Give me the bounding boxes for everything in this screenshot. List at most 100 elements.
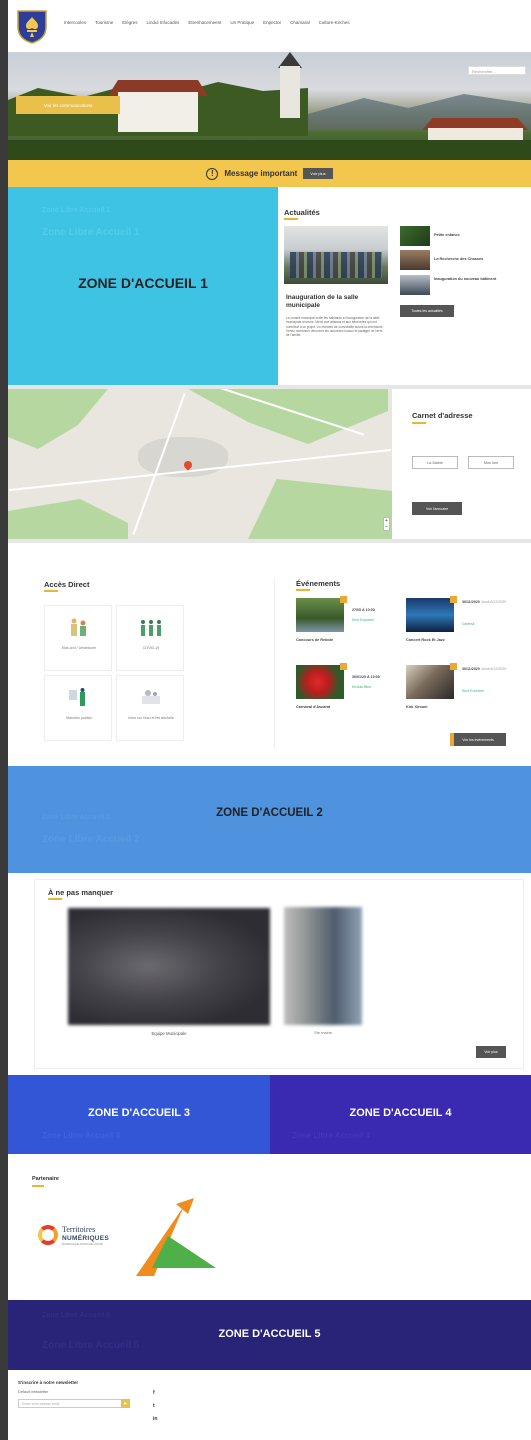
event-card[interactable]: 30/11/2020 Jeudi 8/12/2020 Kirol Eurorro… (406, 663, 526, 725)
map-zoom-control[interactable]: + − (383, 517, 390, 531)
highlight-caption: Ste mairie (313, 1030, 332, 1035)
newsletter-email-input[interactable]: Entrer votre adresse email (18, 1399, 122, 1408)
quick-access-label: COVID-19 (142, 646, 160, 650)
event-place: Kirol Eurorroil (462, 689, 484, 693)
zone-ghost-label: Zone Libre Accueil 3 (42, 1131, 120, 1140)
welcome-zone-5: Zone Libre Accueil 5 Zone Libre Accueil … (8, 1300, 531, 1370)
news-side-item[interactable]: La Recherche des Chasses (400, 250, 530, 270)
hero-button[interactable]: Voir les communications (16, 96, 120, 114)
event-image (296, 598, 344, 632)
directory-button[interactable]: Voir l'annuaire (412, 502, 462, 515)
event-card[interactable]: 30/01/20 À 10:00 Kirolak Bleu Carnaval d… (296, 663, 416, 725)
news-thumbnail (400, 226, 430, 246)
logo-ring-icon (38, 1225, 58, 1245)
quick-access-item[interactable]: Infos sur l'eau et les déchets (116, 675, 184, 741)
event-title: Concert Rock Et Jazz (406, 638, 445, 642)
highlight-caption: Equipe Municipale (151, 1031, 187, 1036)
coat-of-arms-logo[interactable] (16, 9, 48, 45)
search-input[interactable]: Rechercher... (468, 66, 526, 75)
news-side-item[interactable]: Inauguration du nouveau bâtiment (400, 275, 530, 295)
news-side-item[interactable]: Petite enfance (400, 226, 530, 246)
zone-ghost-label: Zone Libre Accueil 5 (42, 1312, 111, 1319)
main-nav: Intercooles Tourisme Elègres Lindul Info… (64, 20, 350, 25)
zone-title: ZONE D'ACCUEIL 4 (349, 1107, 452, 1119)
news-side-title: La Recherche des Chasses (434, 257, 484, 261)
event-image (296, 665, 344, 699)
newsletter-title: S'inscrire à notre newsletter (18, 1380, 79, 1385)
hero-field (8, 140, 531, 160)
zone-ghost-label: Zone Libre Accueil 5 (42, 1340, 140, 1351)
nav-item[interactable]: Un Pratique (230, 20, 254, 25)
news-thumbnail (400, 275, 430, 295)
all-events-button[interactable]: Voir les événements (450, 733, 506, 746)
event-title: Kirk Xiroom (406, 705, 428, 709)
map-forest (248, 479, 392, 539)
message-more-button[interactable]: Voir plus (303, 168, 333, 179)
public-market-icon (69, 688, 85, 706)
zone-ghost-label: Zone Libre Accueil 1 (42, 227, 140, 238)
map-forest (8, 499, 128, 539)
event-badge (450, 663, 457, 670)
news-main-image[interactable] (284, 226, 388, 284)
address-button[interactable]: La Mairie (412, 456, 458, 469)
button-accent (450, 733, 454, 746)
event-badge (340, 663, 347, 670)
partner-logo-territoires-numeriques[interactable]: Territoires NUMÉRIQUES BOURGOGNE-FRANCHE… (38, 1223, 128, 1249)
quick-access-item[interactable]: COVID-19 (116, 605, 184, 671)
hero-church-tower (280, 66, 300, 118)
zone-ghost-label: Zone Libre Accueil 1 (42, 207, 111, 214)
event-date: 27/05 À 10:00 (352, 608, 375, 612)
linkedin-icon[interactable]: in (153, 1416, 157, 1422)
nav-item[interactable]: Etrenhacemeent (188, 20, 221, 25)
section-title: Accès Direct (44, 580, 90, 589)
quick-access-label: Etat-civil / Urbanisme (62, 646, 96, 650)
nav-item[interactable]: Elègres (122, 20, 137, 25)
address-button[interactable]: Mon lien (468, 456, 514, 469)
quick-access-events: Accès Direct Etat-civil / Urbanisme COVI… (8, 543, 531, 763)
highlight-image[interactable] (68, 908, 270, 1025)
nav-item[interactable]: Culture-Kirches (319, 20, 350, 25)
zone-title: ZONE D'ACCUEIL 5 (218, 1328, 321, 1340)
nav-item[interactable]: Intercooles (64, 20, 86, 25)
zone-title: ZONE D'ACCUEIL 1 (78, 275, 208, 291)
event-badge (340, 596, 347, 603)
newsletter-submit-button[interactable]: ▸ (121, 1399, 130, 1408)
warning-icon: ! (206, 167, 219, 180)
event-image (406, 665, 454, 699)
quick-access-item[interactable]: Etat-civil / Urbanisme (44, 605, 112, 671)
news-side-title: Inauguration du nouveau bâtiment (434, 277, 497, 281)
event-date: 30/11/2020 Jeudi 8/12/2020 (462, 600, 507, 604)
logo-text: BOURGOGNE-FRANCHE-COMTÉ (62, 1243, 103, 1246)
nav-item[interactable]: Enpector (263, 20, 281, 25)
title-underline (284, 218, 298, 220)
facebook-icon[interactable]: f (153, 1390, 155, 1396)
title-underline (44, 590, 58, 592)
title-underline (48, 898, 62, 900)
news-main-excerpt: Le conseil municipal invite les habitant… (286, 316, 384, 338)
nav-item[interactable]: Tourisme (95, 20, 113, 25)
nav-item[interactable]: Chamaral (290, 20, 310, 25)
all-news-button[interactable]: Toutes les actualités (400, 305, 454, 317)
welcome-zone-4: Zone Libre Accueil 4 ZONE D'ACCUEIL 4 (270, 1075, 531, 1154)
see-more-button[interactable]: Voir plus (476, 1046, 506, 1058)
event-badge (450, 596, 457, 603)
zone-ghost-label: Zone Libre Accueil 2 (42, 834, 140, 845)
news-main-title[interactable]: Inauguration de la salle municipale (286, 294, 386, 310)
section-title: À ne pas manquer (48, 888, 114, 897)
highlight-image[interactable] (284, 907, 362, 1025)
map-forest (188, 389, 388, 444)
page: Intercooles Tourisme Elègres Lindul Info… (8, 0, 531, 1440)
event-place: Kirol Eurorroil (352, 618, 374, 622)
news-side-title: Petite enfance (434, 233, 460, 237)
partner-logo-arrow[interactable] (132, 1196, 220, 1278)
partners-section: Partenaire Territoires NUMÉRIQUES BOURGO… (8, 1154, 531, 1300)
map[interactable]: + − (8, 389, 392, 539)
event-card[interactable]: 27/05 À 10:00 Kirol Eurorroil Concours d… (296, 596, 416, 658)
quick-access-label: Infos sur l'eau et les déchets (128, 716, 174, 720)
quick-access-item[interactable]: Marchés publics (44, 675, 112, 741)
twitter-icon[interactable]: t (153, 1403, 155, 1409)
event-card[interactable]: 30/11/2020 Jeudi 8/12/2020 Cinéma Concer… (406, 596, 526, 658)
section-title: Partenaire (32, 1176, 59, 1182)
event-place: Cinéma (462, 622, 475, 626)
nav-item[interactable]: Lindul Infocades (147, 20, 180, 25)
